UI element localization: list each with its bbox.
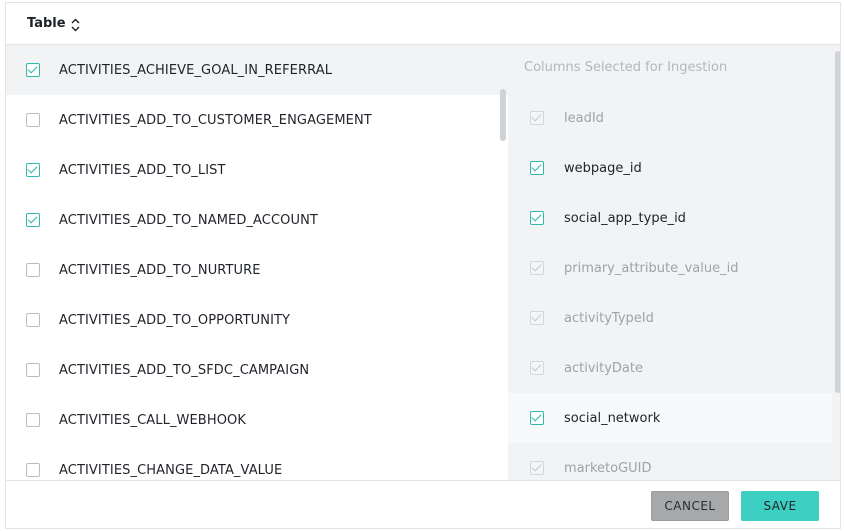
table-name: ACTIVITIES_CHANGE_DATA_VALUE bbox=[59, 462, 283, 478]
table-name: ACTIVITIES_ADD_TO_SFDC_CAMPAIGN bbox=[59, 362, 310, 378]
table-checkbox[interactable] bbox=[26, 163, 40, 177]
table-row[interactable]: ACTIVITIES_ACHIEVE_GOAL_IN_REFERRAL bbox=[6, 45, 508, 95]
dialog-footer: CANCEL SAVE bbox=[6, 480, 840, 528]
column-name: activityDate bbox=[564, 360, 643, 376]
table-checkbox[interactable] bbox=[26, 113, 40, 127]
table-row[interactable]: ACTIVITIES_CALL_WEBHOOK bbox=[6, 395, 508, 445]
table-name: ACTIVITIES_ADD_TO_CUSTOMER_ENGAGEMENT bbox=[59, 112, 372, 128]
save-button[interactable]: SAVE bbox=[741, 491, 819, 521]
table-name: ACTIVITIES_ADD_TO_LIST bbox=[59, 162, 226, 178]
table-row[interactable]: ACTIVITIES_ADD_TO_NURTURE bbox=[6, 245, 508, 295]
table-list-scrollbar[interactable] bbox=[500, 89, 506, 141]
column-checkbox bbox=[530, 461, 544, 475]
column-name: social_network bbox=[564, 410, 661, 426]
column-row: marketoGUID bbox=[508, 443, 832, 480]
table-name: ACTIVITIES_ADD_TO_NAMED_ACCOUNT bbox=[59, 212, 318, 228]
table-row[interactable]: ACTIVITIES_ADD_TO_SFDC_CAMPAIGN bbox=[6, 345, 508, 395]
column-name: webpage_id bbox=[564, 160, 642, 176]
table-name: ACTIVITIES_ADD_TO_OPPORTUNITY bbox=[59, 312, 291, 328]
table-row[interactable]: ACTIVITIES_CHANGE_DATA_VALUE bbox=[6, 445, 508, 480]
table-header-title: Table bbox=[27, 16, 66, 31]
column-row: activityDate bbox=[508, 343, 832, 393]
table-checkbox[interactable] bbox=[26, 63, 40, 77]
table-column-header[interactable]: Table bbox=[6, 3, 840, 45]
column-row: activityTypeId bbox=[508, 293, 832, 343]
column-name: marketoGUID bbox=[564, 460, 652, 476]
table-checkbox[interactable] bbox=[26, 463, 40, 477]
column-row[interactable]: webpage_id bbox=[508, 143, 832, 193]
column-name: activityTypeId bbox=[564, 310, 654, 326]
cancel-button[interactable]: CANCEL bbox=[651, 491, 729, 521]
column-name: social_app_type_id bbox=[564, 210, 686, 226]
table-row[interactable]: ACTIVITIES_ADD_TO_CUSTOMER_ENGAGEMENT bbox=[6, 95, 508, 145]
table-name: ACTIVITIES_ACHIEVE_GOAL_IN_REFERRAL bbox=[59, 62, 333, 78]
column-checkbox bbox=[530, 311, 544, 325]
table-checkbox[interactable] bbox=[26, 313, 40, 327]
table-checkbox[interactable] bbox=[26, 263, 40, 277]
column-checkbox bbox=[530, 361, 544, 375]
table-row[interactable]: ACTIVITIES_ADD_TO_LIST bbox=[6, 145, 508, 195]
column-row[interactable]: social_network bbox=[508, 393, 832, 443]
columns-panel-scrollbar[interactable] bbox=[835, 51, 840, 393]
column-row: leadId bbox=[508, 93, 832, 143]
table-checkbox[interactable] bbox=[26, 413, 40, 427]
column-checkbox[interactable] bbox=[530, 411, 544, 425]
column-checkbox[interactable] bbox=[530, 161, 544, 175]
table-row[interactable]: ACTIVITIES_ADD_TO_NAMED_ACCOUNT bbox=[6, 195, 508, 245]
column-row[interactable]: social_app_type_id bbox=[508, 193, 832, 243]
table-name: ACTIVITIES_CALL_WEBHOOK bbox=[59, 412, 246, 428]
column-row: primary_attribute_value_id bbox=[508, 243, 832, 293]
sort-updown-icon[interactable] bbox=[71, 18, 80, 32]
columns-panel-heading: Columns Selected for Ingestion bbox=[524, 60, 728, 75]
column-checkbox bbox=[530, 111, 544, 125]
table-name: ACTIVITIES_ADD_TO_NURTURE bbox=[59, 262, 261, 278]
column-name: leadId bbox=[564, 110, 604, 126]
table-checkbox[interactable] bbox=[26, 213, 40, 227]
columns-panel: Columns Selected for Ingestion leadId web… bbox=[508, 45, 840, 480]
column-name: primary_attribute_value_id bbox=[564, 260, 739, 276]
table-selection-dialog: Table ACTIVITIES_ACHIEVE_GOAL_IN_REFERRA… bbox=[5, 2, 841, 529]
column-checkbox[interactable] bbox=[530, 211, 544, 225]
table-checkbox[interactable] bbox=[26, 363, 40, 377]
table-list: ACTIVITIES_ACHIEVE_GOAL_IN_REFERRAL ACTIV… bbox=[6, 45, 508, 480]
column-checkbox bbox=[530, 261, 544, 275]
table-row[interactable]: ACTIVITIES_ADD_TO_OPPORTUNITY bbox=[6, 295, 508, 345]
